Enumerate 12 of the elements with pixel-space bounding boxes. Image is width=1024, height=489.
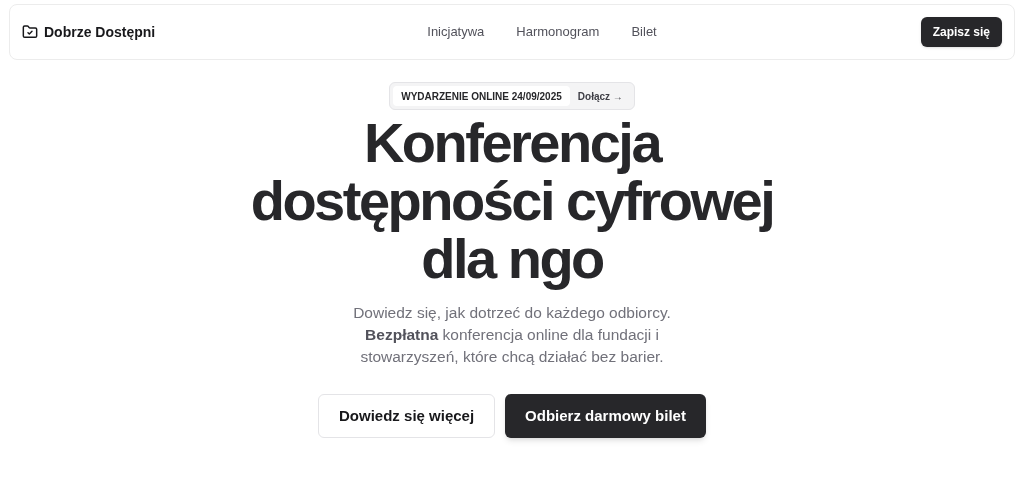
event-date-label: WYDARZENIE ONLINE 24/09/2025 (393, 86, 570, 106)
learn-more-button[interactable]: Dowiedz się więcej (318, 394, 496, 438)
join-link[interactable]: Dołącz → (569, 88, 631, 104)
nav-link[interactable]: Bilet (631, 22, 657, 42)
brand-name[interactable]: Dobrze Dostępni (44, 21, 156, 43)
sign-up-button[interactable]: Zapisz się (920, 17, 1002, 47)
get-ticket-button[interactable]: Odbierz darmowy bilet (505, 394, 706, 438)
hero-title: Konferencja dostępności cyfrowej dla ngo (249, 114, 775, 288)
hero-description: Dowiedz się, jak dotrzeć do każdego odbiorcy. Bezpłatna konferencja online dla fundacji i stowarzyszeń, które chcą działać bez barier. (352, 303, 672, 367)
nav-link[interactable]: Harmonogram (516, 22, 600, 42)
nav-link[interactable]: Inicjatywa (427, 22, 485, 42)
folder-check-icon (22, 24, 38, 40)
